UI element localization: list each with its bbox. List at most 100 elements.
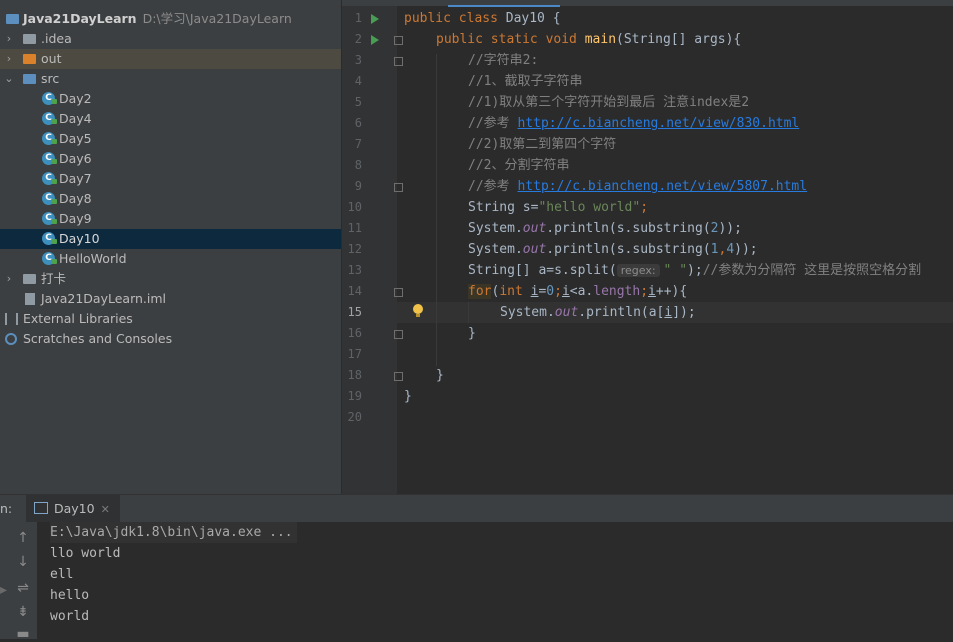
tree-item-label: Day7 (59, 171, 92, 186)
java-class-icon: C (42, 92, 57, 105)
tree-item-day4[interactable]: C Day4 (0, 109, 341, 129)
java-class-icon: C (42, 252, 57, 265)
active-tab-indicator (448, 5, 560, 7)
rerun-icon[interactable]: ▸ (0, 582, 7, 598)
project-root[interactable]: Java21DayLearn D:\学习\Java21DayLearn (0, 9, 341, 29)
soft-wrap-icon[interactable]: ⇌ (13, 580, 33, 596)
code-line-12: System.out.println(s.substring(1,4)); (468, 242, 758, 257)
tree-item-label: Scratches and Consoles (23, 331, 173, 346)
tree-item-label: Day8 (59, 191, 92, 206)
line-number: 4 (354, 74, 362, 88)
line-number: 11 (347, 221, 362, 235)
indent-guide (468, 302, 469, 323)
code-line-8: //2、分割字符串 (468, 158, 570, 173)
run-tab-day10[interactable]: Day10 ✕ (26, 495, 120, 523)
indent-guide (436, 54, 437, 366)
scroll-down-icon[interactable]: ↓ (13, 554, 33, 570)
tree-item-day2[interactable]: C Day2 (0, 89, 341, 109)
chevron-down-icon[interactable]: ⌄ (4, 69, 14, 89)
comment-link[interactable]: http://c.biancheng.net/view/5807.html (517, 179, 807, 194)
code-line-13: String[] a=s.split(regex: " ");//参数为分隔符 这… (468, 263, 922, 278)
intention-bulb-icon[interactable] (413, 304, 423, 317)
chevron-right-icon[interactable]: › (4, 49, 14, 69)
tree-item-daka[interactable]: › 打卡 (0, 269, 341, 289)
tree-item-label: Day5 (59, 131, 92, 146)
tree-item-label: Java21DayLearn.iml (41, 291, 167, 306)
line-number: 19 (347, 389, 362, 403)
line-number: 12 (347, 242, 362, 256)
tree-item-label: Day6 (59, 151, 92, 166)
code-line-11: System.out.println(s.substring(2)); (468, 221, 742, 236)
tree-item-label: out (41, 51, 62, 66)
fold-icon[interactable] (394, 57, 403, 66)
java-class-icon: C (42, 152, 57, 165)
code-line-6: //参考 http://c.biancheng.net/view/830.htm… (468, 116, 800, 131)
chevron-right-icon[interactable]: › (4, 29, 14, 49)
tree-item-iml[interactable]: Java21DayLearn.iml (0, 289, 341, 309)
code-line-14: for(int i=0;i<a.length;i++){ (468, 284, 688, 299)
tree-item-day9[interactable]: C Day9 (0, 209, 341, 229)
run-toolbar: n: Day10 ✕ (0, 494, 953, 523)
tree-item-src[interactable]: ⌄ src (0, 69, 341, 89)
line-number: 7 (354, 137, 362, 151)
tree-item-scratches[interactable]: Scratches and Consoles (0, 329, 341, 349)
source-folder-icon (23, 74, 36, 84)
code-line-2: public static void main(String[] args){ (436, 32, 742, 47)
run-sidebar: ↑ ↓ ⇌ ⇟ ▬ ▸ (0, 522, 37, 642)
module-icon (6, 14, 19, 24)
chevron-right-icon[interactable]: › (4, 269, 14, 289)
line-number: 20 (347, 410, 362, 424)
tree-item-day5[interactable]: C Day5 (0, 129, 341, 149)
libraries-icon (5, 313, 18, 325)
code-line-5: //1)取从第三个字符开始到最后 注意index是2 (468, 95, 750, 110)
parameter-hint: regex: (616, 264, 660, 277)
tree-item-out[interactable]: › out (0, 49, 341, 69)
line-number: 14 (347, 284, 362, 298)
console-line: E:\Java\jdk1.8\bin\java.exe ... (50, 522, 297, 543)
module-file-icon (25, 293, 35, 305)
line-number: 16 (347, 326, 362, 340)
project-root-name: Java21DayLearn (23, 11, 137, 26)
fold-icon[interactable] (394, 330, 403, 339)
run-tab-label: Day10 (54, 501, 95, 516)
tree-item-label: 打卡 (41, 271, 67, 286)
print-icon[interactable]: ▬ (13, 626, 33, 642)
scroll-up-icon[interactable]: ↑ (13, 530, 33, 546)
console-icon (34, 502, 48, 514)
tree-item-day6[interactable]: C Day6 (0, 149, 341, 169)
tree-item-day7[interactable]: C Day7 (0, 169, 341, 189)
console-line: llo world (50, 546, 121, 561)
fold-icon[interactable] (394, 36, 403, 45)
run-main-icon[interactable] (371, 35, 379, 45)
fold-icon[interactable] (394, 183, 403, 192)
tree-item-label: Day2 (59, 91, 92, 106)
scroll-to-end-icon[interactable]: ⇟ (13, 604, 33, 620)
tree-item-idea[interactable]: › .idea (0, 29, 341, 49)
excluded-folder-icon (23, 54, 36, 64)
code-line-9: //参考 http://c.biancheng.net/view/5807.ht… (468, 179, 808, 194)
run-class-icon[interactable] (371, 14, 379, 24)
fold-icon[interactable] (394, 288, 403, 297)
tree-item-label: src (41, 71, 60, 86)
comment-link[interactable]: http://c.biancheng.net/view/830.html (517, 116, 799, 131)
java-class-icon: C (42, 172, 57, 185)
close-icon[interactable]: ✕ (101, 503, 110, 516)
code-line-4: //1、截取子字符串 (468, 74, 583, 89)
code-line-7: //2)取第二到第四个字符 (468, 137, 617, 152)
folder-icon (23, 34, 36, 44)
tree-item-helloworld[interactable]: C HelloWorld (0, 249, 341, 269)
code-line-3: //字符串2: (468, 53, 539, 68)
line-number: 13 (347, 263, 362, 277)
tree-item-external-libraries[interactable]: External Libraries (0, 309, 341, 329)
tree-item-label: Day4 (59, 111, 92, 126)
tree-item-day8[interactable]: C Day8 (0, 189, 341, 209)
fold-icon[interactable] (394, 372, 403, 381)
editor-tab-strip (342, 0, 953, 6)
java-class-icon: C (42, 212, 57, 225)
tree-item-day10[interactable]: C Day10 (0, 229, 341, 249)
line-number: 3 (354, 53, 362, 67)
line-number: 8 (354, 158, 362, 172)
tree-item-label: Day10 (59, 231, 100, 246)
line-number: 17 (347, 347, 362, 361)
code-line-19: } (404, 389, 412, 404)
